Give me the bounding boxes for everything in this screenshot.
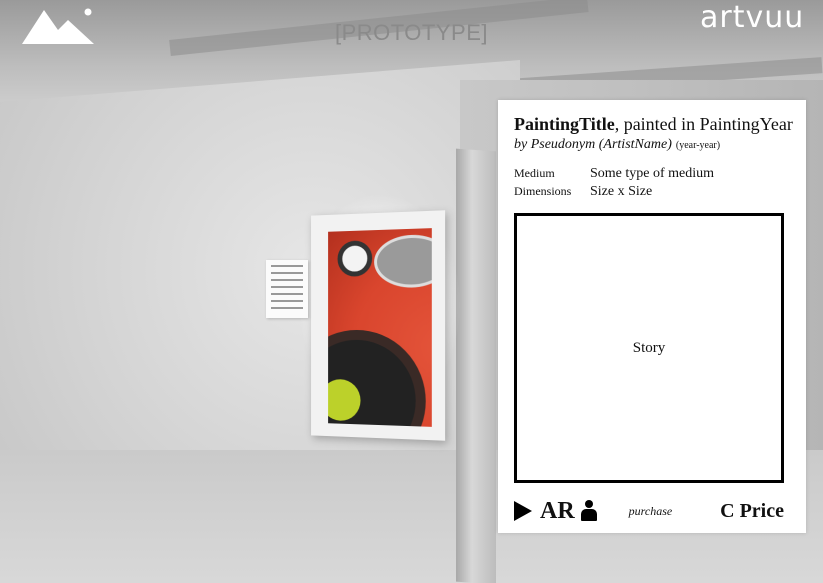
dimensions-value: Size x Size <box>590 184 653 199</box>
dimensions-row: Dimensions Size x Size <box>514 184 714 202</box>
medium-label: Medium <box>514 166 555 180</box>
artwork-title-line: PaintingTitle, painted in PaintingYear <box>514 114 793 135</box>
medium-row: Medium Some type of medium <box>514 166 714 184</box>
wall-placard[interactable] <box>266 260 308 318</box>
artist-name: by Pseudonym (ArtistName) <box>514 137 672 152</box>
person-icon[interactable] <box>580 500 597 522</box>
painting-title: PaintingTitle <box>514 114 615 134</box>
purchase-link[interactable]: purchase <box>629 504 673 519</box>
story-label: Story <box>632 339 666 356</box>
brand-logo[interactable]: artvuu <box>700 0 804 35</box>
painting-eye-shape <box>374 233 432 289</box>
medium-value: Some type of medium <box>590 166 715 181</box>
painting-artwork[interactable] <box>328 228 432 427</box>
artist-years: (year-year) <box>675 140 721 151</box>
artwork-meta: Medium Some type of medium Dimensions Si… <box>514 166 714 202</box>
artwork-info-card: PaintingTitle, painted in PaintingYear b… <box>498 100 806 533</box>
card-actions: AR purchase C Price <box>514 496 784 526</box>
artist-line: by Pseudonym (ArtistName) (year-year) <box>514 137 720 153</box>
ar-button[interactable]: AR <box>540 498 575 525</box>
painting-year: , painted in PaintingYear <box>614 114 793 134</box>
wall-pillar <box>456 148 496 583</box>
painting-ring <box>337 240 373 277</box>
price-label[interactable]: C Price <box>720 500 784 523</box>
dimensions-label: Dimensions <box>514 184 572 198</box>
play-icon[interactable] <box>514 501 532 521</box>
story-box[interactable]: Story <box>514 213 784 483</box>
